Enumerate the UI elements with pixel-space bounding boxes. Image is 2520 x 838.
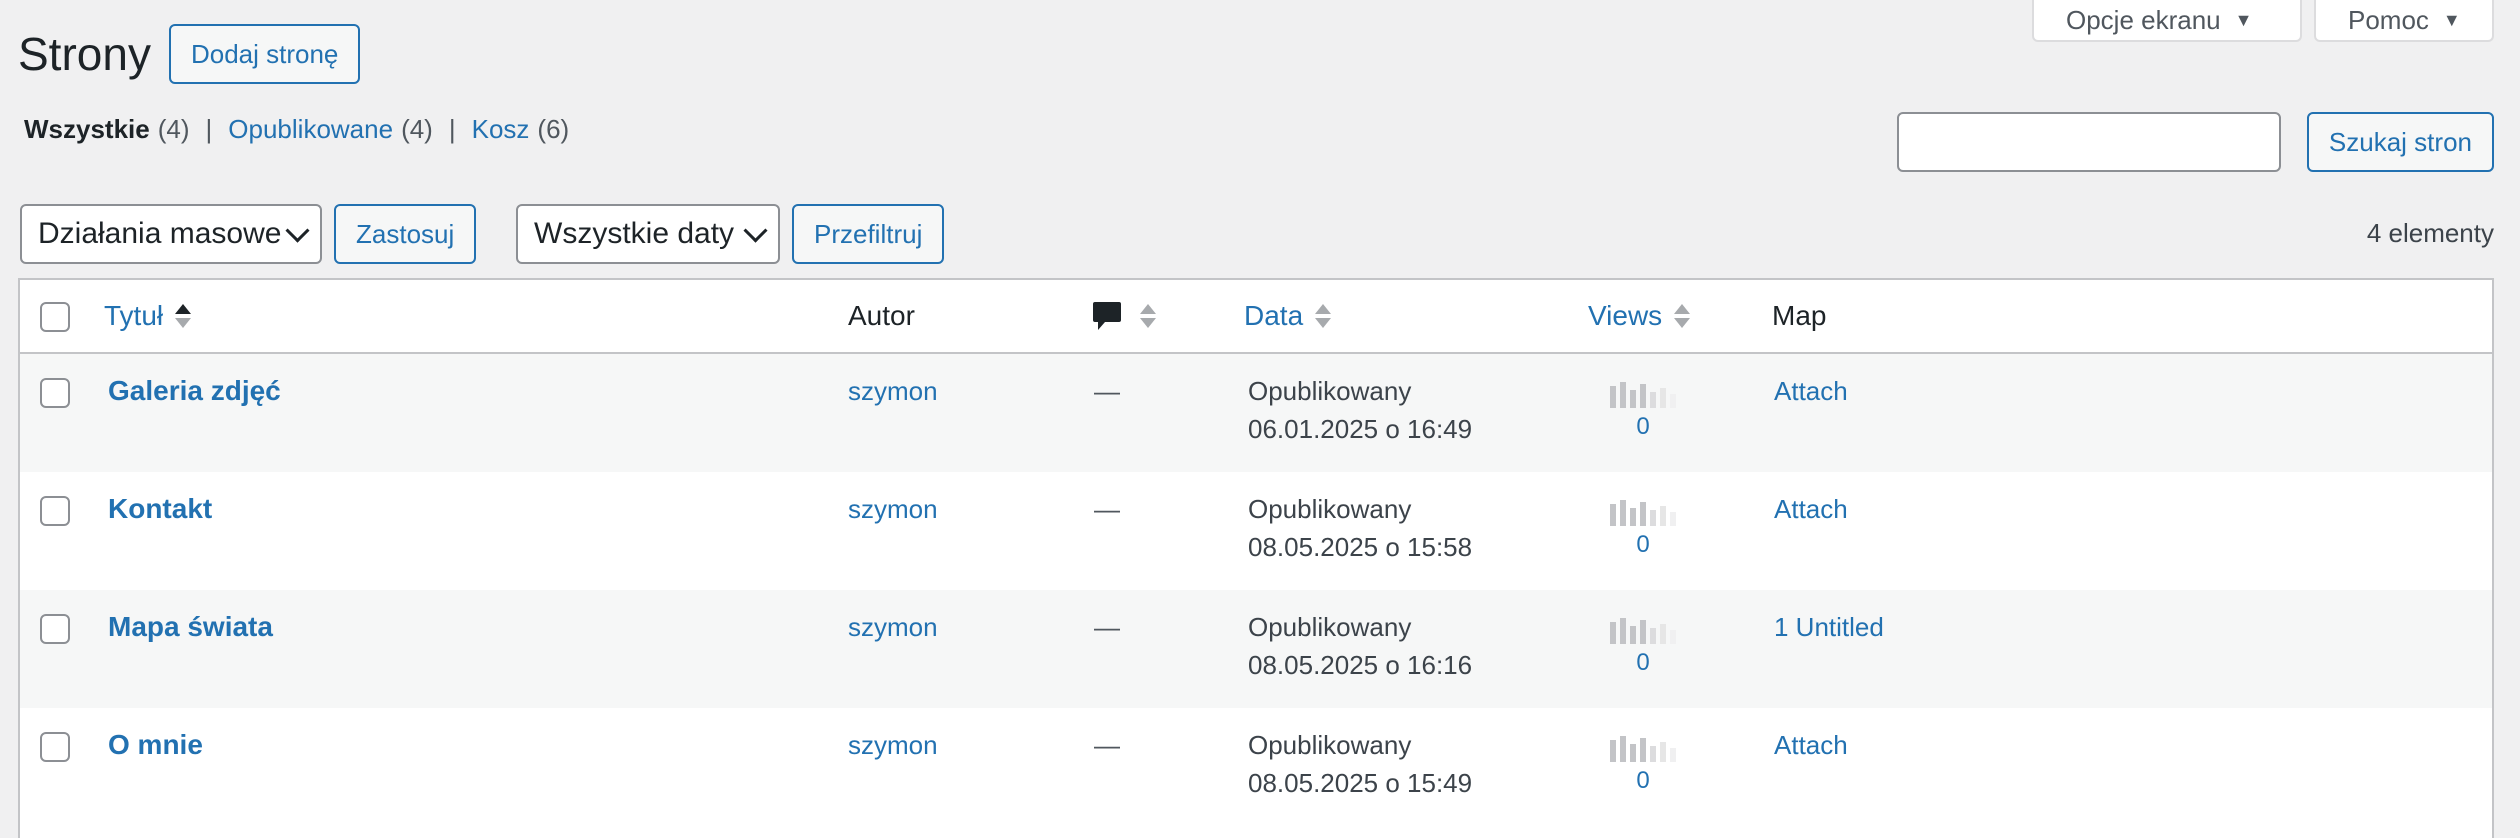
views-sparkline-icon (1610, 736, 1676, 762)
search-box: Szukaj stron (1896, 112, 2494, 172)
apply-button[interactable]: Zastosuj (334, 204, 477, 264)
page-header: Strony Dodaj stronę (18, 24, 361, 84)
comments-count: — (1094, 376, 1120, 406)
dates-select[interactable]: Wszystkie daty (516, 204, 780, 264)
sort-arrows-icon (1315, 304, 1332, 328)
help-label: Pomoc (2348, 4, 2429, 35)
views-sparkline-icon (1610, 618, 1676, 644)
views-count[interactable]: 0 (1636, 648, 1649, 678)
column-date-header[interactable]: Data (1244, 280, 1332, 352)
table-row: Kontakt szymon — Opublikowany 08.05.2025… (20, 472, 2492, 590)
screen-meta-links: Opcje ekranu ▼ Pomoc ▼ (2032, 0, 2494, 42)
search-pages-button[interactable]: Szukaj stron (2306, 112, 2494, 172)
sort-arrows-icon (175, 304, 192, 328)
triangle-down-icon: ▼ (2442, 9, 2461, 30)
sort-arrows-icon (1674, 304, 1691, 328)
select-all-checkbox[interactable] (40, 302, 70, 332)
column-date-label: Data (1244, 300, 1304, 331)
search-input[interactable] (1896, 112, 2281, 172)
bulk-actions-value: Działania masowe (38, 217, 282, 250)
table-header: Tytuł Autor Data Views Map (20, 280, 2492, 354)
row-checkbox[interactable] (40, 614, 70, 644)
views-cell[interactable]: 0 (1608, 618, 1678, 678)
post-date: 06.01.2025 o 16:49 (1248, 414, 1473, 444)
author-link[interactable]: szymon (848, 726, 938, 764)
page-title-link[interactable]: Mapa świata (108, 608, 273, 646)
column-title-label: Tytuł (104, 300, 164, 331)
pages-table: Tytuł Autor Data Views Map Galeria zdjęć… (18, 278, 2494, 838)
filter-published[interactable]: Opublikowane (228, 114, 393, 145)
views-cell[interactable]: 0 (1608, 382, 1678, 442)
table-row: O mnie szymon — Opublikowany 08.05.2025 … (20, 708, 2492, 826)
page-title-link[interactable]: Galeria zdjęć (108, 372, 281, 410)
post-status: Opublikowany (1248, 612, 1412, 642)
column-comments-header[interactable] (1092, 280, 1156, 352)
column-author-label: Autor (848, 300, 915, 331)
page-title: Strony (18, 28, 151, 80)
row-checkbox[interactable] (40, 496, 70, 526)
status-filters: Wszystkie (4) | Opublikowane (4) | Kosz … (24, 114, 569, 145)
column-views-label: Views (1588, 300, 1663, 331)
row-checkbox[interactable] (40, 732, 70, 762)
screen-options-button[interactable]: Opcje ekranu ▼ (2032, 0, 2302, 42)
screen-options-label: Opcje ekranu (2066, 4, 2221, 35)
items-count: 4 elementy (2366, 218, 2494, 248)
chevron-down-icon (743, 218, 768, 243)
filter-trash-count: (6) (537, 114, 570, 144)
chevron-down-icon (285, 218, 310, 243)
post-date: 08.05.2025 o 16:16 (1248, 650, 1473, 680)
column-map-label: Map (1772, 300, 1827, 331)
map-attach-link[interactable]: Attach (1774, 372, 1848, 410)
column-author-header: Autor (848, 280, 915, 352)
filter-button[interactable]: Przefiltruj (792, 204, 945, 264)
page-title-link[interactable]: O mnie (108, 726, 203, 764)
table-row: Mapa świata szymon — Opublikowany 08.05.… (20, 590, 2492, 708)
filter-trash[interactable]: Kosz (472, 114, 530, 145)
map-attach-link[interactable]: Attach (1774, 490, 1848, 528)
help-button[interactable]: Pomoc ▼ (2314, 0, 2494, 42)
views-count[interactable]: 0 (1636, 530, 1649, 560)
post-date: 08.05.2025 o 15:58 (1248, 532, 1473, 562)
post-status: Opublikowany (1248, 730, 1412, 760)
views-count[interactable]: 0 (1636, 412, 1649, 442)
post-status: Opublikowany (1248, 376, 1412, 406)
row-checkbox[interactable] (40, 378, 70, 408)
dates-value: Wszystkie daty (534, 217, 735, 250)
author-link[interactable]: szymon (848, 490, 938, 528)
column-views-header[interactable]: Views (1588, 280, 1691, 352)
post-status: Opublikowany (1248, 494, 1412, 524)
comments-count: — (1094, 730, 1120, 760)
comments-count: — (1094, 494, 1120, 524)
comment-bubble-icon (1093, 302, 1121, 330)
column-title-header[interactable]: Tytuł (104, 280, 192, 352)
views-cell[interactable]: 0 (1608, 500, 1678, 560)
views-sparkline-icon (1610, 382, 1676, 408)
post-date: 08.05.2025 o 15:49 (1248, 768, 1473, 798)
author-link[interactable]: szymon (848, 372, 938, 410)
views-count[interactable]: 0 (1636, 766, 1649, 796)
filter-published-count: (4) (401, 114, 433, 144)
triangle-down-icon: ▼ (2234, 9, 2253, 30)
table-row: Galeria zdjęć szymon — Opublikowany 06.0… (20, 354, 2492, 472)
views-sparkline-icon (1610, 500, 1676, 526)
filter-separator: | (448, 114, 456, 144)
map-attach-link[interactable]: Attach (1774, 726, 1848, 764)
filter-all-count: (4) (157, 114, 190, 144)
filter-all[interactable]: Wszystkie (24, 114, 150, 145)
sort-arrows-icon (1140, 304, 1156, 328)
add-new-page-button[interactable]: Dodaj stronę (168, 24, 361, 84)
author-link[interactable]: szymon (848, 608, 938, 646)
page-title-link[interactable]: Kontakt (108, 490, 212, 528)
tablenav-top: Działania masowe Zastosuj Wszystkie daty… (20, 204, 2494, 264)
comments-count: — (1094, 612, 1120, 642)
views-cell[interactable]: 0 (1608, 736, 1678, 796)
bulk-actions-select[interactable]: Działania masowe (20, 204, 322, 264)
column-map-header: Map (1772, 280, 1826, 352)
map-link[interactable]: 1 Untitled (1774, 608, 1884, 646)
filter-separator: | (205, 114, 213, 144)
